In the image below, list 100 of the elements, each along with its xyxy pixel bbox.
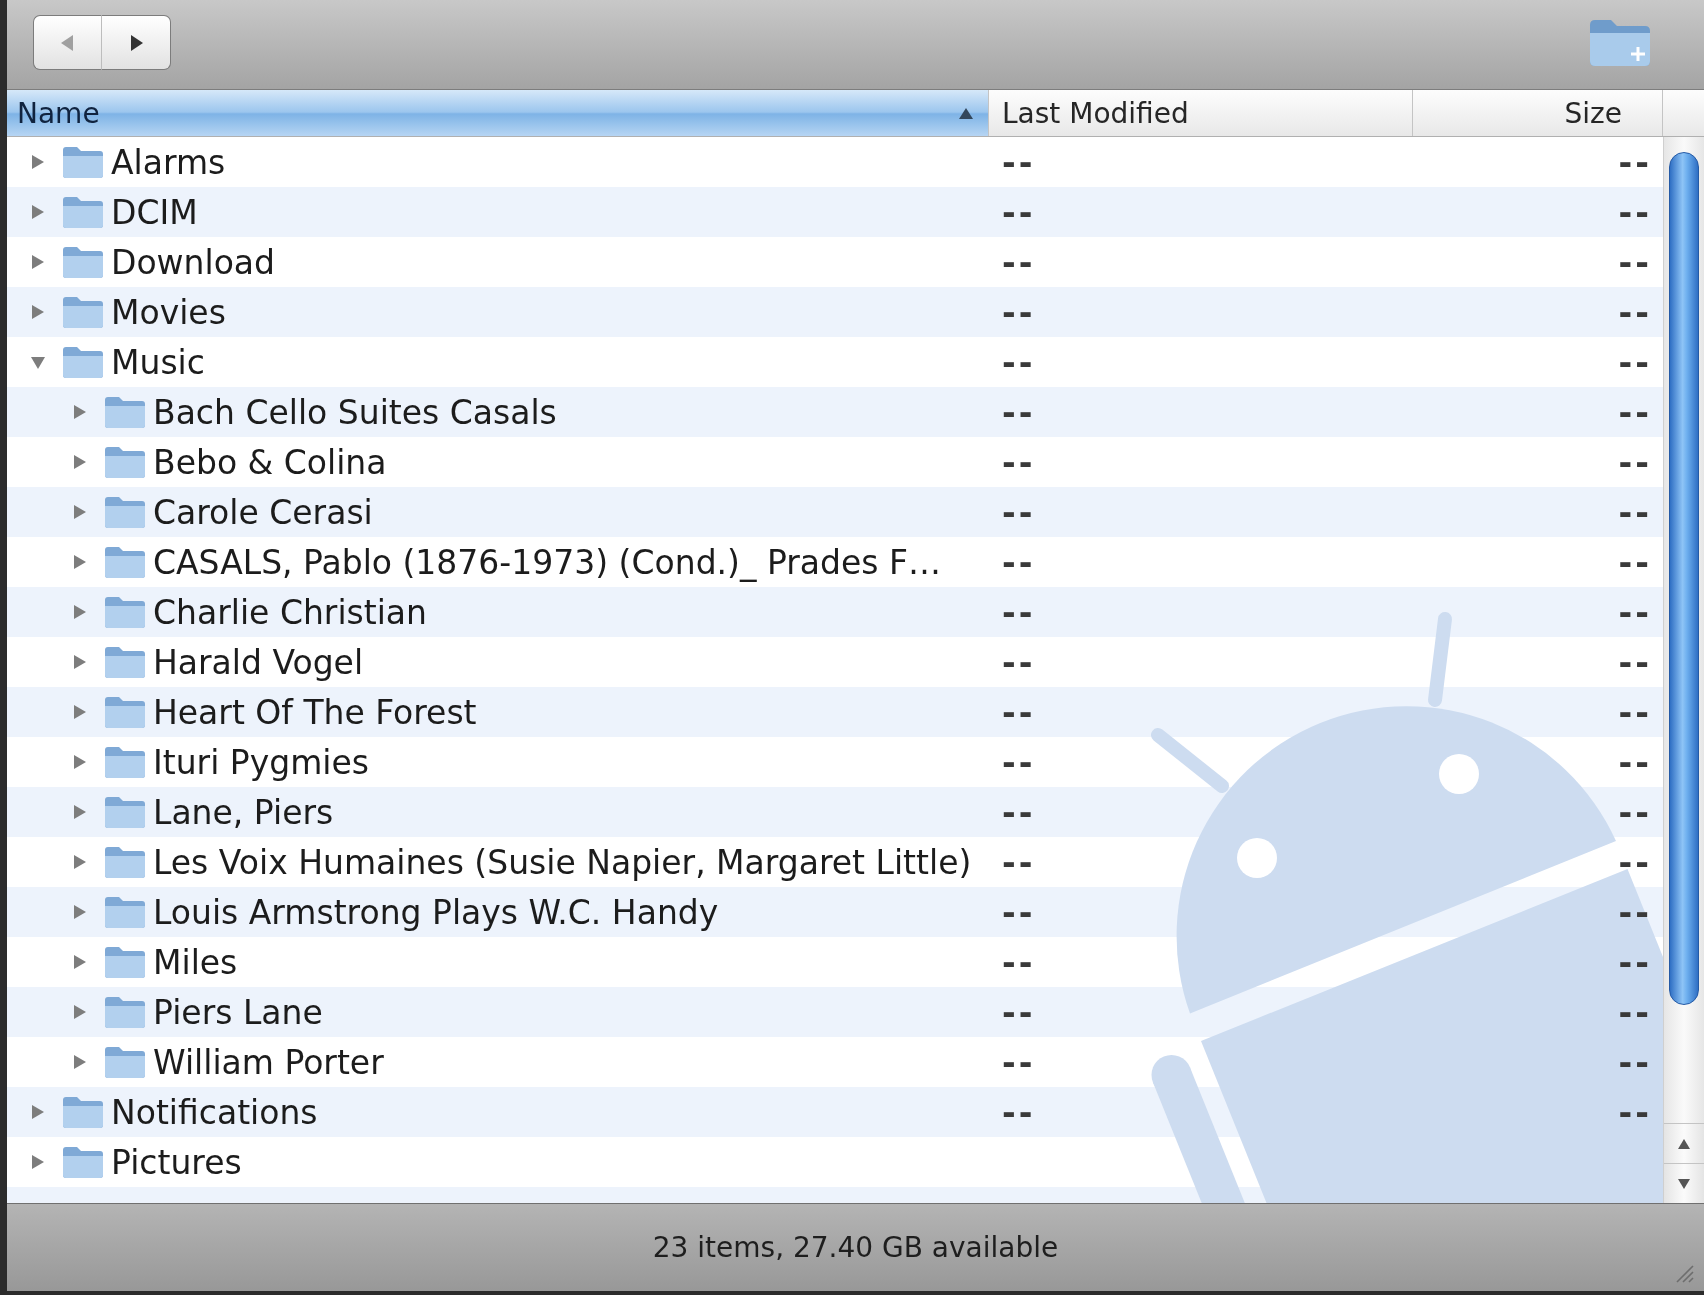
last-modified-value: -- [1002,292,1036,332]
scrollbar-thumb[interactable] [1669,152,1699,1005]
disclosure-triangle-icon[interactable] [73,1004,87,1020]
folder-icon [62,1145,104,1179]
size-value: -- [1618,592,1652,632]
disclosure-triangle-icon[interactable] [73,554,87,570]
folder-name[interactable]: Miles [153,942,238,982]
disclosure-triangle-icon[interactable] [73,704,87,720]
folder-name[interactable]: Bach Cello Suites Casals [153,392,557,432]
folder-icon [104,495,146,529]
folder-icon [62,195,104,229]
folder-name[interactable]: Lane, Piers [153,792,334,832]
disclosure-triangle-icon[interactable] [73,654,87,670]
disclosure-triangle-icon[interactable] [31,1104,45,1120]
disclosure-triangle-icon[interactable] [73,1054,87,1070]
folder-name[interactable]: Music [111,342,205,382]
disclosure-triangle-icon[interactable] [73,404,87,420]
folder-icon [104,745,146,779]
last-modified-value: -- [1002,1042,1036,1082]
disclosure-triangle-icon[interactable] [73,904,87,920]
folder-icon [104,895,146,929]
disclosure-triangle-icon[interactable] [73,454,87,470]
size-value: -- [1618,892,1652,932]
size-value: -- [1618,142,1652,182]
disclosure-triangle-icon[interactable] [31,304,45,320]
size-value: -- [1618,692,1652,732]
folder-icon [62,145,104,179]
last-modified-value: -- [1002,892,1036,932]
disclosure-triangle-icon[interactable] [73,754,87,770]
column-header[interactable]: Name [7,90,989,136]
folder-name[interactable]: CASALS, Pablo (1876-1973) (Cond.)_ Prades F… [153,542,941,582]
last-modified-value: -- [1002,742,1036,782]
folder-icon [104,1045,146,1079]
size-value: -- [1618,1092,1652,1132]
folder-icon [104,995,146,1029]
disclosure-triangle-icon[interactable] [73,804,87,820]
folder-name[interactable]: Harald Vogel [153,642,364,682]
folder-name[interactable]: Bebo & Colina [153,442,387,482]
scroll-up-button[interactable] [1664,1123,1704,1163]
size-value: -- [1618,942,1652,982]
size-value: -- [1618,342,1652,382]
folder-name[interactable]: Download [111,242,276,282]
folder-icon [62,345,104,379]
size-value: -- [1618,642,1652,682]
size-value: -- [1618,842,1652,882]
disclosure-triangle-icon[interactable] [31,154,45,170]
forward-button[interactable] [102,15,171,70]
folder-name[interactable]: Les Voix Humaines (Susie Napier, Margaret Little) [153,842,972,882]
folder-name[interactable]: Notifications [111,1092,318,1132]
last-modified-value: -- [1002,792,1036,832]
size-value: -- [1618,292,1652,332]
folder-name[interactable]: Movies [111,292,226,332]
folder-icon [104,595,146,629]
last-modified-value: -- [1002,492,1036,532]
folder-name[interactable]: Carole Cerasi [153,492,373,532]
last-modified-value: -- [1002,242,1036,282]
scroll-down-button[interactable] [1664,1163,1704,1203]
folder-name[interactable]: Ituri Pygmies [153,742,369,782]
disclosure-triangle-icon[interactable] [31,1154,45,1170]
folder-icon [104,645,146,679]
size-value: -- [1618,392,1652,432]
last-modified-value: -- [1002,392,1036,432]
disclosure-triangle-icon[interactable] [73,604,87,620]
size-value: -- [1618,742,1652,782]
column-header[interactable]: Last Modified [989,90,1413,136]
up-arrow-icon [1677,1137,1691,1150]
folder-name[interactable]: Heart Of The Forest [153,692,477,732]
folder-name[interactable]: Louis Armstrong Plays W.C. Handy [153,892,719,932]
size-value: -- [1618,1042,1652,1082]
disclosure-triangle-icon[interactable] [73,504,87,520]
folder-name[interactable]: William Porter [153,1042,384,1082]
size-value: -- [1618,242,1652,282]
last-modified-value: -- [1002,992,1036,1032]
disclosure-triangle-icon[interactable] [73,954,87,970]
folder-icon [104,845,146,879]
folder-icon [104,945,146,979]
folder-name[interactable]: Piers Lane [153,992,323,1032]
folder-icon [62,295,104,329]
disclosure-triangle-icon[interactable] [31,354,45,370]
folder-icon [62,1095,104,1129]
last-modified-value: -- [1002,142,1036,182]
size-value: -- [1618,542,1652,582]
disclosure-triangle-icon[interactable] [31,204,45,220]
size-value: -- [1618,992,1652,1032]
last-modified-value: -- [1002,342,1036,382]
folder-name[interactable]: Charlie Christian [153,592,427,632]
folder-name[interactable]: Pictures [111,1142,242,1182]
folder-name[interactable]: DCIM [111,192,198,232]
folder-name[interactable]: Alarms [111,142,226,182]
disclosure-triangle-icon[interactable] [73,854,87,870]
last-modified-value: -- [1002,942,1036,982]
column-header[interactable]: Size [1413,90,1663,136]
size-value: -- [1618,192,1652,232]
size-value: -- [1618,442,1652,482]
folder-icon [104,545,146,579]
folder-icon [104,445,146,479]
folder-icon [104,395,146,429]
folder-icon [104,695,146,729]
disclosure-triangle-icon[interactable] [31,254,45,270]
folder-plus-icon[interactable] [1588,17,1652,67]
